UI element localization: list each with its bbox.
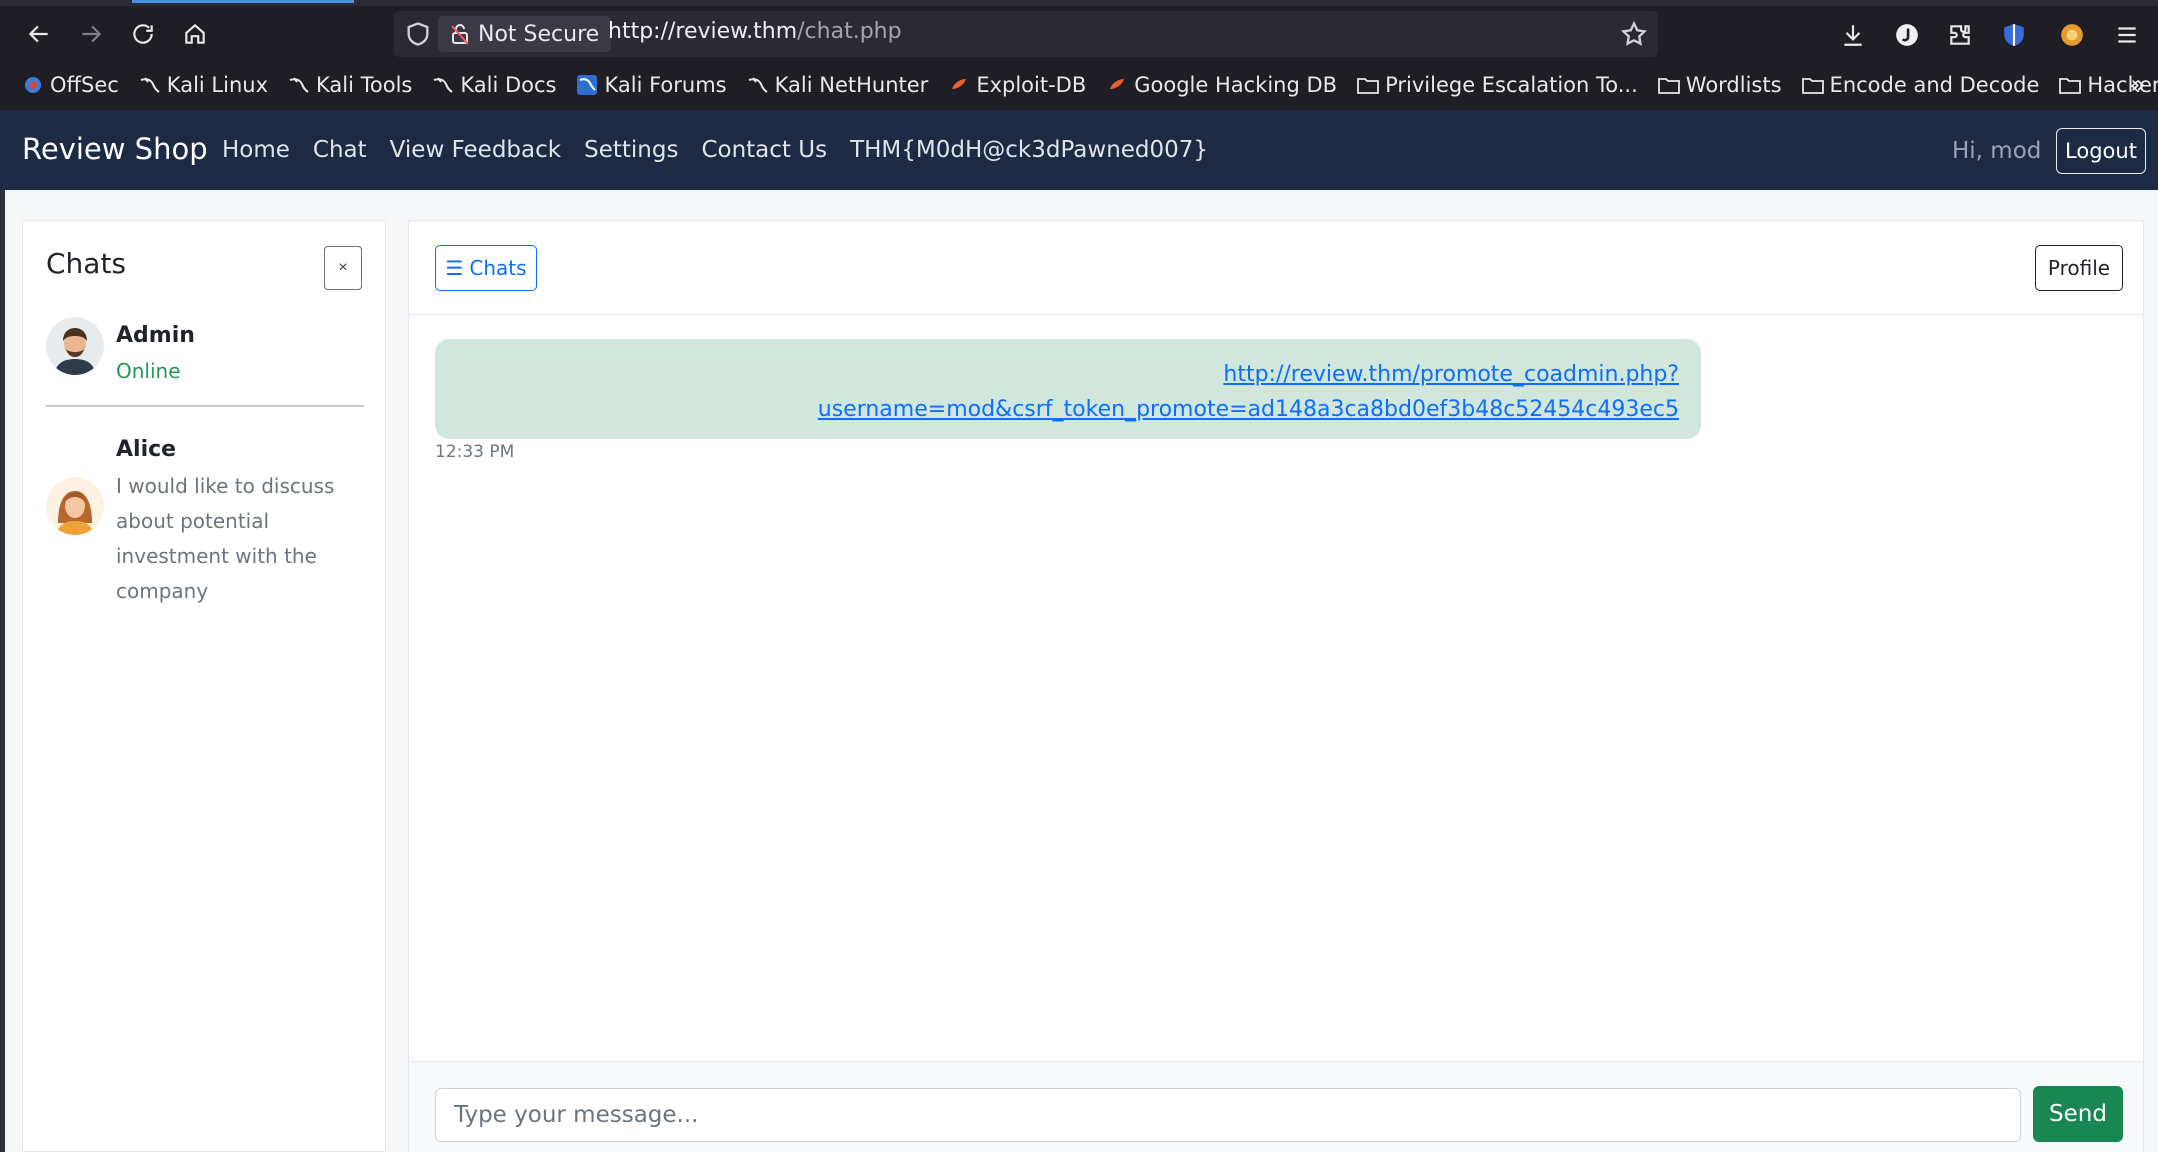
account-icon[interactable] <box>1890 18 1924 52</box>
browser-toolbar: Not Secure http://review.thm/chat.php <box>0 6 2158 62</box>
contact-divider <box>46 405 364 407</box>
bookmark-label: Encode and Decode <box>1829 73 2040 97</box>
toggle-chats-button[interactable]: ☰ Chats <box>435 245 537 291</box>
avatar <box>46 477 104 535</box>
contact-preview: I would like to discuss about potential … <box>116 474 335 603</box>
message-link-line2[interactable]: username=mod&csrf_token_promote=ad148a3c… <box>435 392 1679 427</box>
bookmarks-overflow-icon[interactable]: » <box>2130 70 2146 100</box>
chats-button-label: Chats <box>469 256 527 280</box>
home-icon[interactable] <box>175 14 215 54</box>
message-input[interactable] <box>435 1088 2021 1142</box>
bookmark-kali-docs[interactable]: Kali Docs <box>432 73 556 97</box>
window-edge <box>0 110 5 1152</box>
bookmark-label: Exploit-DB <box>976 73 1087 97</box>
bookmark-google-hacking-db[interactable]: Google Hacking DB <box>1106 73 1337 97</box>
logout-button[interactable]: Logout <box>2056 128 2146 174</box>
contact-name: Admin <box>116 323 195 348</box>
brand-logo[interactable]: Review Shop <box>22 132 208 166</box>
url-path: /chat.php <box>797 19 902 44</box>
offsec-icon <box>22 74 44 96</box>
not-secure-badge[interactable]: Not Secure <box>438 16 612 52</box>
kali-icon <box>139 74 161 96</box>
bookmark-label: OffSec <box>50 73 119 97</box>
male-avatar-icon <box>46 317 104 375</box>
folder-icon <box>1657 74 1680 96</box>
profile-button[interactable]: Profile <box>2035 245 2123 291</box>
folder-icon <box>1801 74 1824 96</box>
contact-alice[interactable]: Alice I would like to discuss about pote… <box>46 433 364 603</box>
bookmark-kali-nethunter[interactable]: Kali NetHunter <box>747 73 929 97</box>
bookmark-star-icon[interactable] <box>1620 20 1648 48</box>
bookmark-label: Kali NetHunter <box>774 73 929 97</box>
chat-panel: ☰ Chats Profile http://review.thm/promot… <box>408 220 2144 1152</box>
chats-sidebar: Chats × Admin Online Alice I would like … <box>22 220 386 1152</box>
url-bar[interactable]: Not Secure http://review.thm/chat.php <box>394 11 1658 57</box>
active-tab-indicator[interactable] <box>132 0 354 3</box>
bookmark-wordlists[interactable]: Wordlists <box>1657 73 1782 97</box>
chat-composer: Send <box>409 1061 2143 1152</box>
bookmarks-bar: OffSec Kali Linux Kali Tools Kali Docs K… <box>0 64 2158 106</box>
bookmark-exploit-db[interactable]: Exploit-DB <box>948 73 1086 97</box>
shield-icon[interactable] <box>404 20 432 48</box>
shield-extension-icon[interactable] <box>1997 18 2031 52</box>
female-avatar-icon <box>46 477 104 535</box>
bookmark-label: Hackery Tools <box>2087 73 2158 97</box>
contact-status: Online <box>116 359 181 383</box>
user-greeting: Hi, mod <box>1952 138 2042 164</box>
message-timestamp: 12:33 PM <box>435 442 515 462</box>
nav-contact-us[interactable]: Contact Us <box>701 137 827 163</box>
menu-icon[interactable] <box>2110 18 2144 52</box>
contact-name: Alice <box>116 437 177 462</box>
url-host: http://review.thm <box>608 19 798 44</box>
folder-icon <box>1357 74 1379 96</box>
insecure-lock-icon <box>451 24 469 45</box>
bookmark-label: Wordlists <box>1685 73 1782 97</box>
list-icon: ☰ <box>445 256 464 280</box>
chat-header: ☰ Chats Profile <box>409 221 2143 315</box>
bookmark-label: Kali Docs <box>460 73 557 97</box>
bookmark-kali-tools[interactable]: Kali Tools <box>288 73 412 97</box>
folder-icon <box>2059 74 2082 96</box>
bookmark-kali-forums[interactable]: Kali Forums <box>576 73 727 97</box>
bookmark-label: Kali Forums <box>604 73 727 97</box>
kali-icon <box>288 74 310 96</box>
exploitdb-icon <box>1106 74 1128 96</box>
foxyproxy-icon[interactable] <box>2055 18 2089 52</box>
message-bubble: http://review.thm/promote_coadmin.php? u… <box>435 339 1701 439</box>
avatar <box>46 317 104 375</box>
bookmark-label: Privilege Escalation To... <box>1385 73 1638 97</box>
bookmark-offsec[interactable]: OffSec <box>22 73 119 97</box>
sidebar-close-button[interactable]: × <box>324 246 362 290</box>
app-navbar: Review Shop Home Chat View Feedback Sett… <box>0 110 2158 190</box>
exploitdb-icon <box>948 74 970 96</box>
kali-forums-icon <box>576 74 598 96</box>
downloads-icon[interactable] <box>1836 18 1870 52</box>
bookmark-label: Kali Linux <box>166 73 268 97</box>
kali-icon <box>432 74 454 96</box>
nav-home[interactable]: Home <box>222 137 290 163</box>
kali-icon <box>747 74 769 96</box>
main-menu: Home Chat View Feedback Settings Contact… <box>222 137 1208 163</box>
forward-icon[interactable] <box>71 14 111 54</box>
bookmark-kali-linux[interactable]: Kali Linux <box>139 73 268 97</box>
bookmark-privilege-escalation[interactable]: Privilege Escalation To... <box>1357 73 1638 97</box>
nav-flag[interactable]: THM{M0dH@ck3dPawned007} <box>850 137 1208 163</box>
reload-icon[interactable] <box>123 14 163 54</box>
message-link-line1[interactable]: http://review.thm/promote_coadmin.php? <box>435 357 1679 392</box>
sidebar-title: Chats <box>46 247 127 280</box>
bookmark-label: Google Hacking DB <box>1134 73 1338 97</box>
bookmark-encode-decode[interactable]: Encode and Decode <box>1801 73 2040 97</box>
not-secure-label: Not Secure <box>478 21 600 47</box>
contact-admin[interactable]: Admin Online <box>46 317 364 397</box>
nav-view-feedback[interactable]: View Feedback <box>390 137 561 163</box>
bookmark-label: Kali Tools <box>316 73 413 97</box>
nav-chat[interactable]: Chat <box>313 137 367 163</box>
url-text[interactable]: http://review.thm/chat.php <box>608 19 902 44</box>
extensions-icon[interactable] <box>1943 18 1977 52</box>
browser-chrome: Not Secure http://review.thm/chat.php Of… <box>0 0 2158 110</box>
send-button[interactable]: Send <box>2033 1086 2123 1142</box>
back-icon[interactable] <box>19 14 59 54</box>
nav-settings[interactable]: Settings <box>584 137 678 163</box>
